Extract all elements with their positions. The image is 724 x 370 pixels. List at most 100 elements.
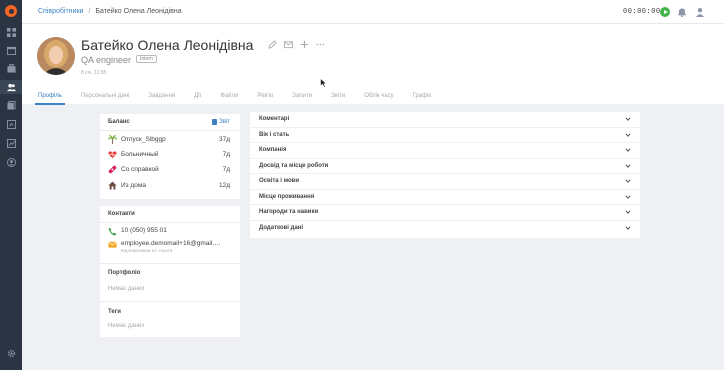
- balance-label: Больничный: [121, 150, 159, 158]
- section-label: Нагороди та навики: [259, 209, 319, 216]
- breadcrumb-employees-link[interactable]: Співробітники: [38, 8, 83, 15]
- bandage-icon: [108, 165, 117, 174]
- chevron-down-icon: [625, 133, 631, 137]
- mouse-cursor-icon: [320, 77, 328, 88]
- home-icon: [108, 180, 117, 190]
- hire-date: 8 січ, 11:55: [81, 70, 107, 76]
- section-additional[interactable]: Додаткові дані: [250, 221, 640, 237]
- balance-row-remote[interactable]: Из дома 12д: [108, 180, 230, 190]
- section-label: Додаткові дані: [259, 225, 304, 232]
- divider: [100, 263, 240, 264]
- chevron-down-icon: [625, 195, 631, 199]
- reports-icon[interactable]: [6, 119, 16, 129]
- report-document-icon: [212, 119, 218, 125]
- balance-label: Из дома: [121, 181, 146, 189]
- app-logo[interactable]: [5, 5, 17, 17]
- report-link-label: Звіт: [219, 119, 230, 125]
- balance-value: 37д: [218, 135, 230, 143]
- section-label: Коментарі: [259, 116, 290, 123]
- tab-reports[interactable]: Звіти: [331, 93, 345, 104]
- balance-row-sick[interactable]: Больничный 7д: [108, 149, 230, 159]
- profile-header: Батейко Олена Леонідівна QA engineer Int…: [22, 24, 724, 105]
- section-label: Вік і стать: [259, 131, 290, 138]
- balance-title: Баланс: [108, 119, 130, 125]
- sidebar: [0, 0, 22, 370]
- divider: [100, 222, 240, 223]
- more-options-icon[interactable]: [316, 40, 325, 49]
- portfolio-empty-text: Немає даних: [108, 286, 145, 292]
- avatar: [37, 37, 75, 75]
- time-tracker-display: 00:00:00: [623, 8, 661, 16]
- phone-number: 10 (050) 955 01: [121, 227, 167, 234]
- balance-label: Со справкой: [121, 165, 159, 173]
- email-address: employee.demomail+16@gmail.c...: [121, 240, 221, 247]
- tab-review[interactable]: Рев'ю: [257, 93, 273, 104]
- profile-sections-accordion: Коментарі Вік і стать Компанія Досвід та…: [250, 112, 640, 238]
- edit-pencil-icon[interactable]: [268, 40, 277, 49]
- section-education[interactable]: Освіта і мови: [250, 174, 640, 190]
- section-awards-skills[interactable]: Нагороди та навики: [250, 205, 640, 221]
- section-label: Освіта і мови: [259, 178, 300, 185]
- section-age-gender[interactable]: Вік і стать: [250, 128, 640, 143]
- contacts-card: Контакти 10 (050) 955 01 employee.demoma…: [100, 206, 240, 337]
- settings-gear-icon[interactable]: [6, 348, 16, 358]
- balance-row-vacation[interactable]: Отпуск_Slbggp 37д: [108, 134, 230, 144]
- balance-value: 12д: [218, 181, 230, 189]
- tab-personal-data[interactable]: Персональні дані: [81, 93, 129, 104]
- balance-row-with-note[interactable]: Со справкой 7д: [108, 164, 230, 174]
- chevron-down-icon: [625, 117, 631, 122]
- tab-schedule[interactable]: Графік: [413, 93, 431, 104]
- email-envelope-icon: [108, 240, 117, 249]
- tab-actions[interactable]: Дії: [194, 93, 201, 104]
- employees-icon[interactable]: [6, 82, 16, 92]
- balance-report-link[interactable]: Звіт: [212, 119, 230, 125]
- section-company[interactable]: Компанія: [250, 143, 640, 159]
- tab-requests[interactable]: Запити: [292, 93, 312, 104]
- add-plus-icon[interactable]: [300, 40, 309, 49]
- profile-tabs: Профіль Персональні дані Завдання Дії Фа…: [35, 93, 450, 105]
- breadcrumb: Співробітники / Батейко Олена Леонідівна: [38, 8, 182, 15]
- tags-empty-text: Немає даних: [108, 323, 145, 329]
- user-account-icon[interactable]: [695, 7, 705, 17]
- contacts-title: Контакти: [108, 211, 135, 217]
- briefcase-icon[interactable]: [6, 63, 16, 73]
- dashboard-icon[interactable]: [6, 27, 16, 37]
- contact-email[interactable]: employee.demomail+16@gmail.c... Корпорат…: [108, 240, 230, 253]
- tab-files[interactable]: Файли: [220, 93, 238, 104]
- balance-value: 7д: [222, 150, 230, 158]
- contact-phone[interactable]: 10 (050) 955 01: [108, 227, 230, 236]
- balance-card: Баланс Звіт Отпуск_Slbggp 37д Больничный…: [100, 114, 240, 199]
- tab-tasks[interactable]: Завдання: [148, 93, 175, 104]
- job-title: QA engineer: [81, 55, 132, 65]
- section-label: Компанія: [259, 147, 287, 154]
- message-envelope-icon[interactable]: [284, 40, 293, 49]
- chevron-down-icon: [625, 210, 631, 215]
- analytics-icon[interactable]: [6, 138, 16, 148]
- balance-label: Отпуск_Slbggp: [121, 135, 166, 143]
- section-experience[interactable]: Досвід та місце роботи: [250, 159, 640, 174]
- notifications-bell-icon[interactable]: [677, 7, 687, 18]
- start-timer-button[interactable]: [660, 7, 670, 17]
- section-comments[interactable]: Коментарі: [250, 112, 640, 128]
- status-badge: Intern: [136, 55, 157, 63]
- calendar-icon[interactable]: [6, 45, 16, 55]
- section-label: Місце проживання: [259, 193, 315, 200]
- chevron-down-icon: [625, 179, 631, 184]
- section-label: Досвід та місце роботи: [259, 162, 329, 169]
- tab-time-tracking[interactable]: Облік часу: [364, 93, 393, 104]
- employee-name: Батейко Олена Леонідівна: [81, 37, 254, 53]
- heart-pulse-icon: [108, 150, 117, 159]
- profile-circle-icon[interactable]: [6, 157, 16, 167]
- documents-icon[interactable]: [6, 100, 16, 110]
- divider: [100, 130, 240, 131]
- divider: [100, 301, 240, 302]
- profile-actions: [268, 40, 325, 49]
- section-residence[interactable]: Місце проживання: [250, 190, 640, 205]
- chevron-down-icon: [625, 226, 631, 231]
- balance-value: 7д: [222, 165, 230, 173]
- chevron-down-icon: [625, 148, 631, 153]
- email-note: Корпоративна ел. пошта: [121, 248, 173, 253]
- breadcrumb-separator: /: [88, 8, 91, 15]
- tab-profile[interactable]: Профіль: [35, 93, 65, 105]
- top-bar: Співробітники / Батейко Олена Леонідівна…: [22, 0, 724, 24]
